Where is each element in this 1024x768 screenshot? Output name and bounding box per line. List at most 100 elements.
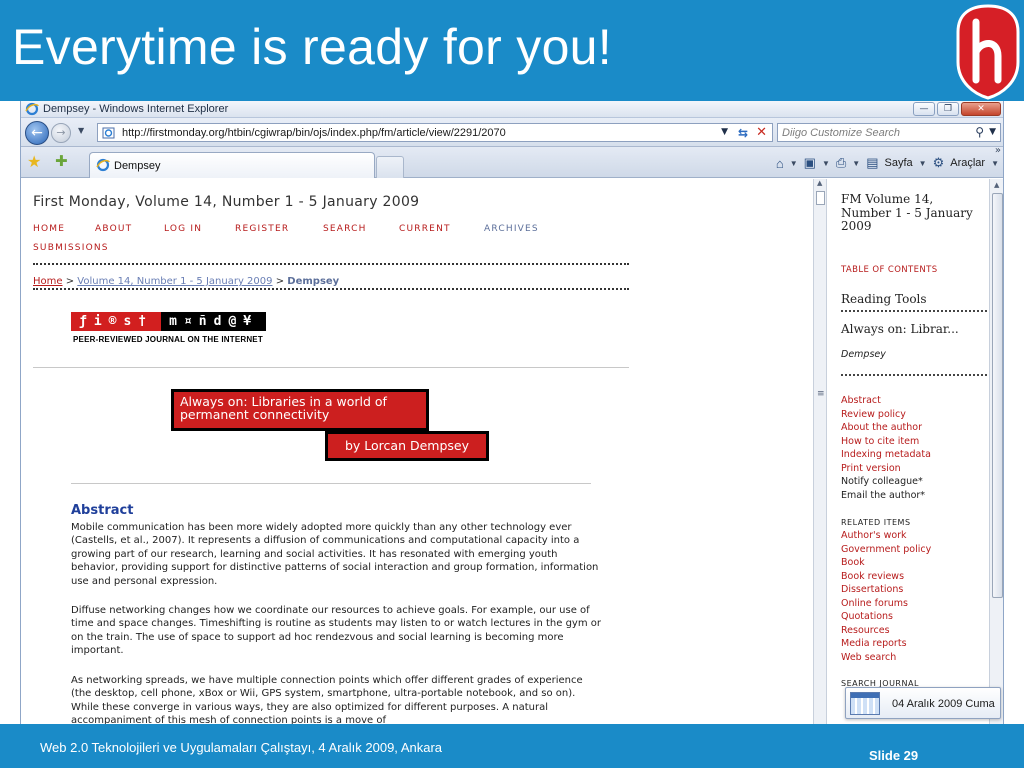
pane-splitter[interactable]: ▲ ≡ [813, 179, 827, 724]
reading-tools-sidebar: FM Volume 14, Number 1 - 5 January 2009 … [827, 179, 989, 724]
home-dropdown-icon[interactable]: ▼ [790, 159, 798, 168]
back-button[interactable]: ← [25, 121, 49, 145]
dotted-divider [33, 263, 629, 265]
scrollbar-thumb[interactable] [992, 193, 1003, 598]
nav-register[interactable]: REGISTER [235, 224, 289, 234]
dotted-divider [841, 310, 987, 312]
tools-menu-dropdown-icon[interactable]: ▼ [991, 159, 999, 168]
collapse-toggle-icon[interactable] [816, 191, 825, 205]
related-link-media-reports[interactable]: Media reports [841, 638, 907, 649]
window-title: Dempsey - Windows Internet Explorer [43, 103, 229, 115]
print-dropdown-icon[interactable]: ▼ [852, 159, 860, 168]
favorites-star-icon[interactable]: ★ [27, 152, 41, 171]
footer-text: Web 2.0 Teknolojileri ve Uygulamaları Ça… [40, 740, 443, 755]
command-bar: ⌂ ▼ ▣ ▼ ⎙ ▼ ▤ Sayfa ▼ ⚙ Araçlar ▼ [776, 155, 999, 171]
article-short-title: Always on: Librar... [841, 322, 959, 336]
history-dropdown-icon[interactable]: ▼ [78, 126, 84, 135]
reading-tools-heading: Reading Tools [841, 292, 927, 306]
journal-title: First Monday, Volume 14, Number 1 - 5 Ja… [33, 194, 420, 210]
article-pane: First Monday, Volume 14, Number 1 - 5 Ja… [21, 179, 813, 724]
logo-tagline: PEER-REVIEWED JOURNAL ON THE INTERNET [73, 335, 263, 344]
breadcrumb-issue[interactable]: Volume 14, Number 1 - 5 January 2009 [77, 276, 272, 287]
nav-search[interactable]: SEARCH [323, 224, 367, 234]
nav-home[interactable]: HOME [33, 224, 65, 234]
nav-log-in[interactable]: LOG IN [164, 224, 202, 234]
feeds-icon[interactable]: ▣ [804, 155, 816, 171]
sidebar-link-abstract[interactable]: Abstract [841, 395, 881, 406]
minimize-button[interactable]: — [913, 102, 935, 116]
first-monday-logo: ƒi®s† m¤ñd@¥ [71, 312, 267, 331]
sidebar-link-print[interactable]: Print version [841, 463, 901, 474]
vertical-scrollbar[interactable]: ▲ [989, 179, 1003, 724]
navigation-bar: ← → ▼ http://firstmonday.org/htbin/cgiwr… [21, 118, 1003, 147]
divider [71, 483, 591, 484]
related-link-online-forums[interactable]: Online forums [841, 598, 908, 609]
date-popup[interactable]: 04 Aralık 2009 Cuma [845, 687, 1001, 719]
breadcrumb-current[interactable]: Dempsey [287, 276, 339, 287]
sidebar-notify-colleague[interactable]: Notify colleague* [841, 476, 923, 487]
slide-header: Everytime is ready for you! [0, 0, 1024, 101]
address-dropdown-icon[interactable]: ▼ [721, 127, 728, 137]
related-link-resources[interactable]: Resources [841, 625, 890, 636]
related-link-authors-work[interactable]: Author's work [841, 530, 907, 541]
sidebar-link-review-policy[interactable]: Review policy [841, 409, 906, 420]
related-items-heading: RELATED ITEMS [841, 518, 911, 527]
slide-footer: Web 2.0 Teknolojileri ve Uygulamaları Ça… [0, 724, 1024, 768]
home-icon[interactable]: ⌂ [776, 156, 784, 171]
nav-archives[interactable]: ARCHIVES [484, 224, 539, 234]
add-favorites-icon[interactable]: ✚ [55, 152, 68, 170]
related-link-web-search[interactable]: Web search [841, 652, 896, 663]
nav-about[interactable]: ABOUT [95, 224, 132, 234]
sidebar-link-about-author[interactable]: About the author [841, 422, 922, 433]
address-bar[interactable]: http://firstmonday.org/htbin/cgiwrap/bin… [97, 123, 773, 142]
chevron-more-icon[interactable]: » [995, 145, 1001, 156]
ie-icon [25, 102, 39, 116]
issue-info: FM Volume 14, Number 1 - 5 January 2009 [841, 192, 973, 233]
related-link-dissertations[interactable]: Dissertations [841, 584, 903, 595]
page-icon [102, 127, 115, 139]
tools-menu[interactable]: Araçlar [950, 157, 985, 169]
related-link-government-policy[interactable]: Government policy [841, 544, 931, 555]
page-menu[interactable]: Sayfa [885, 157, 913, 169]
related-link-book-reviews[interactable]: Book reviews [841, 571, 904, 582]
sidebar-email-author[interactable]: Email the author* [841, 490, 925, 501]
scroll-up-icon[interactable]: ▲ [817, 179, 822, 187]
sidebar-link-cite[interactable]: How to cite item [841, 436, 919, 447]
browser-window: Dempsey - Windows Internet Explorer — ❐ … [20, 101, 1004, 724]
address-url[interactable]: http://firstmonday.org/htbin/cgiwrap/bin… [122, 127, 506, 139]
arrow-left-icon: ← [31, 125, 43, 141]
article-title-banner: Always on: Libraries in a world of perma… [171, 389, 429, 431]
title-bar: Dempsey - Windows Internet Explorer — ❐ … [21, 101, 1003, 118]
dotted-divider [33, 288, 629, 290]
slide-title: Everytime is ready for you! [12, 19, 612, 75]
feeds-dropdown-icon[interactable]: ▼ [822, 159, 830, 168]
close-window-button[interactable]: ✕ [961, 102, 1001, 116]
related-link-quotations[interactable]: Quotations [841, 611, 893, 622]
related-link-book[interactable]: Book [841, 557, 865, 568]
tab-label: Dempsey [114, 160, 161, 172]
search-icon[interactable]: ⚲ [975, 125, 984, 139]
tab-dempsey[interactable]: Dempsey [89, 152, 375, 178]
forward-button[interactable]: → [51, 123, 71, 143]
article-author: Dempsey [841, 349, 886, 360]
search-placeholder[interactable]: Diigo Customize Search [782, 127, 900, 139]
university-logo [956, 4, 1020, 100]
nav-current[interactable]: CURRENT [399, 224, 451, 234]
restore-button[interactable]: ❐ [937, 102, 959, 116]
splitter-grip-icon[interactable]: ≡ [817, 389, 825, 399]
nav-submissions[interactable]: SUBMISSIONS [33, 243, 109, 253]
stop-icon[interactable]: ✕ [756, 125, 767, 140]
print-icon[interactable]: ⎙ [836, 155, 846, 171]
slide-number: Slide 29 [869, 748, 919, 763]
page-menu-dropdown-icon[interactable]: ▼ [919, 159, 927, 168]
table-of-contents-link[interactable]: TABLE OF CONTENTS [841, 265, 938, 275]
arrow-right-icon: → [56, 126, 66, 139]
sidebar-link-metadata[interactable]: Indexing metadata [841, 449, 931, 460]
refresh-icon[interactable]: ⇆ [738, 126, 748, 140]
breadcrumb-home[interactable]: Home [33, 276, 63, 287]
search-dropdown-icon[interactable]: ▼ [989, 127, 996, 137]
new-tab-button[interactable] [376, 156, 404, 178]
search-box[interactable]: Diigo Customize Search ⚲ ▼ [777, 123, 1001, 142]
scroll-up-icon[interactable]: ▲ [994, 181, 999, 189]
calendar-icon [850, 692, 880, 715]
